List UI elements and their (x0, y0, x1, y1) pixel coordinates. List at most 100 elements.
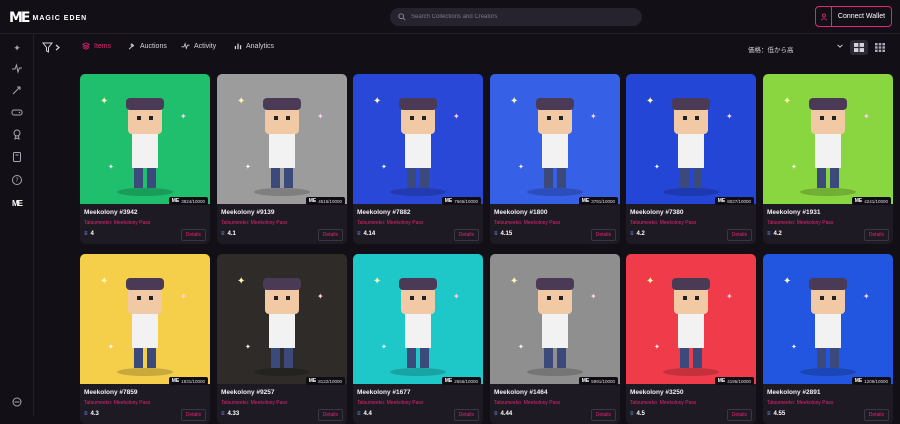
gamepad-icon[interactable] (11, 106, 23, 118)
solana-icon: ≡ (84, 411, 88, 417)
details-button[interactable]: Details (590, 409, 616, 421)
activity-icon[interactable] (11, 62, 23, 74)
rarity-badge: ME 4195/10000 (714, 377, 754, 385)
nft-card[interactable]: ✦ ✦ ✦ ME 4515/10000 Meekolony #9139 Tatsumeeko… (217, 74, 347, 244)
svg-text:✦: ✦ (863, 292, 870, 301)
nft-card[interactable]: ✦ ✦ ✦ ME 8027/10000 Meekolony #7380 Tatsumeeko… (626, 74, 756, 244)
rarity-rank: 3824/10000 (181, 198, 205, 204)
rarity-rank: 1931/10000 (181, 378, 205, 384)
nft-card[interactable]: ✦ ✦ ✦ ME 7665/10000 Meekolony #7882 Tatsumeeko… (353, 74, 483, 244)
details-button[interactable]: Details (317, 229, 343, 241)
sparkle-icon[interactable]: ✦ (11, 42, 23, 54)
nft-image[interactable]: ✦ ✦ ✦ (490, 254, 620, 384)
details-button[interactable]: Details (453, 229, 479, 241)
collection-name[interactable]: Tatsumeeko: Meekolony Pass (494, 400, 560, 406)
svg-text:✦: ✦ (381, 163, 387, 171)
search-bar[interactable] (390, 8, 642, 26)
settings-icon[interactable] (11, 396, 23, 408)
collection-name[interactable]: Tatsumeeko: Meekolony Pass (84, 220, 150, 226)
grid-large-view-button[interactable] (850, 40, 868, 55)
tab-items[interactable]: Items (82, 42, 111, 50)
collection-name[interactable]: Tatsumeeko: Meekolony Pass (767, 220, 833, 226)
solana-icon: ≡ (767, 231, 771, 237)
connect-wallet-button[interactable]: Connect Wallet (815, 6, 892, 27)
collection-name[interactable]: Tatsumeeko: Meekolony Pass (630, 220, 696, 226)
nft-card[interactable]: ✦ ✦ ✦ ME 3791/10000 Meekolony #1800 Tatsumeeko… (490, 74, 620, 244)
character-sprite: ✦ ✦ ✦ (237, 96, 324, 196)
nft-card[interactable]: ✦ ✦ ✦ ME 3824/10000 Meekolony #3942 Tatsumeeko… (80, 74, 210, 244)
help-icon[interactable]: ? (11, 174, 23, 186)
svg-text:✦: ✦ (180, 292, 187, 301)
nft-image[interactable]: ✦ ✦ ✦ (490, 74, 620, 204)
tab-auctions[interactable]: Auctions (127, 42, 167, 50)
nft-image[interactable]: ✦ ✦ ✦ (217, 74, 347, 204)
nft-card[interactable]: ✦ ✦ ✦ ME 5991/10000 Meekolony #1464 Tatsumeeko… (490, 254, 620, 424)
tab-activity[interactable]: Activity (181, 42, 216, 50)
nft-image[interactable]: ✦ ✦ ✦ (626, 74, 756, 204)
details-button[interactable]: Details (726, 229, 752, 241)
nft-title: Meekolony #7859 (84, 389, 138, 396)
details-button[interactable]: Details (453, 409, 479, 421)
nft-image[interactable]: ✦ ✦ ✦ (353, 74, 483, 204)
nft-card[interactable]: ✦ ✦ ✦ ME 4241/10000 Meekolony #1931 Tatsumeeko… (763, 74, 893, 244)
top-bar: ME MAGIC EDEN Connect Wallet (0, 0, 900, 34)
details-button[interactable]: Details (590, 229, 616, 241)
character-sprite: ✦ ✦ ✦ (237, 276, 324, 376)
me-icon[interactable]: ME (11, 198, 23, 210)
details-button[interactable]: Details (726, 409, 752, 421)
nft-image[interactable]: ✦ ✦ ✦ (626, 254, 756, 384)
nft-card[interactable]: ✦ ✦ ✦ ME 8122/10000 Meekolony #9257 Tatsumeeko… (217, 254, 347, 424)
collection-name[interactable]: Tatsumeeko: Meekolony Pass (767, 400, 833, 406)
sort-dropdown[interactable]: 価格：低から高 (748, 44, 794, 54)
nft-image[interactable]: ✦ ✦ ✦ (353, 254, 483, 384)
grid-small-view-button[interactable] (871, 40, 889, 55)
collection-name[interactable]: Tatsumeeko: Meekolony Pass (221, 220, 287, 226)
svg-text:✦: ✦ (518, 163, 524, 171)
nft-price: ≡ 4.33 (221, 411, 239, 417)
search-input[interactable] (411, 14, 631, 20)
chevron-down-icon[interactable] (836, 42, 844, 50)
details-button[interactable]: Details (180, 409, 206, 421)
price-value: 4.4 (363, 411, 372, 417)
nft-card[interactable]: ✦ ✦ ✦ ME 1931/10000 Meekolony #7859 Tatsumeeko… (80, 254, 210, 424)
award-icon[interactable] (11, 128, 23, 140)
nft-image[interactable]: ✦ ✦ ✦ (763, 74, 893, 204)
svg-text:✦: ✦ (317, 292, 324, 301)
nft-price: ≡ 4.3 (84, 411, 99, 417)
price-value: 4.44 (500, 411, 513, 417)
svg-text:✦: ✦ (237, 96, 245, 107)
rocket-icon[interactable] (11, 84, 23, 96)
me-icon: ME (581, 378, 590, 384)
collection-name[interactable]: Tatsumeeko: Meekolony Pass (357, 400, 423, 406)
character-sprite: ✦ ✦ ✦ (373, 96, 460, 196)
collection-name[interactable]: Tatsumeeko: Meekolony Pass (221, 400, 287, 406)
book-icon[interactable] (11, 151, 23, 163)
nft-price: ≡ 4.1 (221, 231, 236, 237)
filter-toggle[interactable] (42, 42, 62, 53)
nft-card[interactable]: ✦ ✦ ✦ ME 4195/10000 Meekolony #3250 Tatsumeeko… (626, 254, 756, 424)
rarity-rank: 3791/10000 (591, 198, 615, 204)
collection-name[interactable]: Tatsumeeko: Meekolony Pass (357, 220, 423, 226)
tab-analytics[interactable]: Analytics (234, 42, 274, 50)
svg-text:✦: ✦ (381, 343, 387, 351)
details-button[interactable]: Details (863, 409, 889, 421)
nft-image[interactable]: ✦ ✦ ✦ (80, 254, 210, 384)
svg-text:✦: ✦ (100, 96, 108, 107)
nft-image[interactable]: ✦ ✦ ✦ (763, 254, 893, 384)
nft-image[interactable]: ✦ ✦ ✦ (80, 74, 210, 204)
collection-name[interactable]: Tatsumeeko: Meekolony Pass (494, 220, 560, 226)
details-button[interactable]: Details (317, 409, 343, 421)
nft-image[interactable]: ✦ ✦ ✦ (217, 254, 347, 384)
nft-card[interactable]: ✦ ✦ ✦ ME 2656/10000 Meekolony #1677 Tatsumeeko… (353, 254, 483, 424)
nft-price: ≡ 4.2 (767, 231, 782, 237)
svg-text:✦: ✦ (783, 276, 791, 287)
details-button[interactable]: Details (863, 229, 889, 241)
nft-title: Meekolony #1464 (494, 389, 548, 396)
nft-card[interactable]: ✦ ✦ ✦ ME 1209/10000 Meekolony #2891 Tatsumeeko… (763, 254, 893, 424)
collection-name[interactable]: Tatsumeeko: Meekolony Pass (84, 400, 150, 406)
price-value: 4.2 (636, 231, 645, 237)
magic-eden-logo[interactable]: ME MAGIC EDEN (9, 10, 87, 26)
svg-text:✦: ✦ (510, 276, 518, 287)
collection-name[interactable]: Tatsumeeko: Meekolony Pass (630, 400, 696, 406)
details-button[interactable]: Details (180, 229, 206, 241)
